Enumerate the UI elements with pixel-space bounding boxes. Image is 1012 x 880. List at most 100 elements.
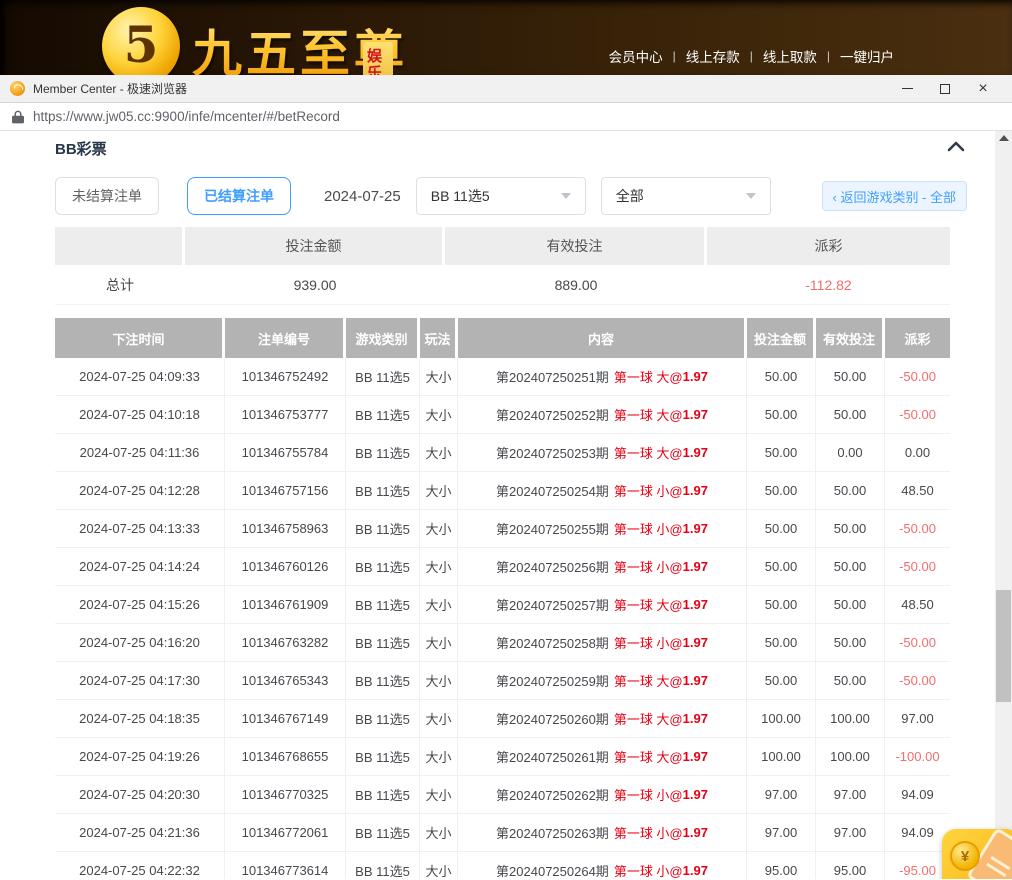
scroll-up-icon[interactable] [999,135,1009,141]
cell-game-type: BB 11选5 [346,624,420,661]
table-row: 2024-07-25 04:10:18 101346753777 BB 11选5… [55,396,950,434]
cell-play-type: 大小 [420,472,458,509]
column-header-bet-amount: 投注金额 [747,318,816,358]
cell-order-id: 101346773614 [225,852,346,879]
pick-text: 第一球 小@ [614,861,683,879]
type-select-value: 全部 [616,186,644,206]
window-titlebar: Member Center - 极速浏览器 × [0,75,1012,103]
table-row: 2024-07-25 04:11:36 101346755784 BB 11选5… [55,434,950,472]
summary-total-row: 总计 939.00 889.00 -112.82 [55,265,950,305]
column-header-content: 内容 [458,318,747,358]
cell-order-id: 101346757156 [225,472,346,509]
pick-text: 第一球 小@ [614,519,683,538]
cell-content: 第202407250256期 第一球 小@1.97 [458,548,747,585]
cell-game-type: BB 11选5 [346,472,420,509]
odds-text: 1.97 [683,407,708,422]
scrollbar-thumb[interactable] [996,590,1011,702]
panel-title: BB彩票 [55,138,107,159]
nav-one-key-transfer[interactable]: 一键归户 [840,46,894,66]
summary-header-empty [55,227,185,265]
cell-bet-amount: 50.00 [747,586,816,623]
period-text: 第202407250261期 [496,747,609,766]
cell-valid-bet: 100.00 [816,738,885,775]
pick-text: 第一球 大@ [614,709,683,728]
cell-content: 第202407250257期 第一球 大@1.97 [458,586,747,623]
top-nav: 会员中心| 线上存款| 线上取款| 一键归户 [609,46,894,66]
column-header-play-type: 玩法 [420,318,458,358]
game-select-value: BB 11选5 [431,186,490,206]
cell-play-type: 大小 [420,510,458,547]
collapse-panel-button[interactable] [945,137,967,159]
cell-play-type: 大小 [420,624,458,661]
cell-order-id: 101346761909 [225,586,346,623]
cell-content: 第202407250255期 第一球 小@1.97 [458,510,747,547]
cell-game-type: BB 11选5 [346,548,420,585]
brand-logo-symbol: 5 [124,15,159,74]
cell-order-id: 101346770325 [225,776,346,813]
cell-content: 第202407250261期 第一球 大@1.97 [458,738,747,775]
cell-content: 第202407250252期 第一球 大@1.97 [458,396,747,433]
minimize-button[interactable] [888,77,926,101]
maximize-button[interactable] [926,77,964,101]
back-to-game-category-button[interactable]: ‹ 返回游戏类别 - 全部 [822,181,968,211]
odds-text: 1.97 [683,749,708,764]
cell-bet-amount: 50.00 [747,548,816,585]
close-button[interactable]: × [964,77,1002,101]
column-header-payout: 派彩 [885,318,950,358]
cell-order-id: 101346753777 [225,396,346,433]
nav-online-withdraw[interactable]: 线上取款 [763,46,817,66]
cell-bet-time: 2024-07-25 04:18:35 [55,700,225,737]
period-text: 第202407250262期 [496,785,609,804]
cell-order-id: 101346772061 [225,814,346,851]
bet-record-table: 下注时间 注单编号 游戏类别 玩法 内容 投注金额 有效投注 派彩 2024-0… [55,318,950,879]
column-header-bet-time: 下注时间 [55,318,225,358]
period-text: 第202407250258期 [496,633,609,652]
cell-bet-amount: 95.00 [747,852,816,879]
cell-game-type: BB 11选5 [346,662,420,699]
address-bar[interactable]: https://www.jw05.cc:9900/infe/mcenter/#/… [0,103,1012,131]
window-controls: × [888,77,1002,101]
brand-logo-icon: 5 [102,7,180,75]
cell-payout: 48.50 [885,586,950,623]
cell-bet-time: 2024-07-25 04:17:30 [55,662,225,699]
cell-content: 第202407250258期 第一球 小@1.97 [458,624,747,661]
close-icon: × [978,81,987,97]
maximize-icon [940,84,950,94]
cell-game-type: BB 11选5 [346,358,420,395]
nav-online-deposit[interactable]: 线上存款 [686,46,740,66]
cell-bet-amount: 50.00 [747,510,816,547]
cell-valid-bet: 50.00 [816,662,885,699]
pick-text: 第一球 大@ [614,747,683,766]
cell-payout: -95.00 [885,852,950,879]
table-row: 2024-07-25 04:21:36 101346772061 BB 11选5… [55,814,950,852]
minimize-icon [902,88,913,89]
type-select[interactable]: 全部 [601,177,771,215]
table-header-row: 下注时间 注单编号 游戏类别 玩法 内容 投注金额 有效投注 派彩 [55,318,950,358]
game-select[interactable]: BB 11选5 [416,177,586,215]
period-text: 第202407250252期 [496,405,609,424]
pick-text: 第一球 小@ [614,557,683,576]
cell-play-type: 大小 [420,586,458,623]
unsettled-bets-button[interactable]: 未结算注单 [55,177,159,215]
cell-valid-bet: 95.00 [816,852,885,879]
vertical-scrollbar[interactable] [995,131,1012,879]
settled-bets-button[interactable]: 已结算注单 [187,177,291,215]
cell-payout: 48.50 [885,472,950,509]
cell-bet-time: 2024-07-25 04:21:36 [55,814,225,851]
filter-bar: 未结算注单 已结算注单 2024-07-25 BB 11选5 全部 ‹ 返回游戏… [55,177,967,215]
promo-float-button[interactable]: ¥ [942,829,1012,879]
date-filter[interactable]: 2024-07-25 [324,188,401,205]
cell-game-type: BB 11选5 [346,586,420,623]
cell-content: 第202407250254期 第一球 小@1.97 [458,472,747,509]
cell-payout: -50.00 [885,358,950,395]
pick-text: 第一球 小@ [614,785,683,804]
nav-member-center[interactable]: 会员中心 [609,46,663,66]
table-row: 2024-07-25 04:22:32 101346773614 BB 11选5… [55,852,950,879]
summary-header-row: 投注金额 有效投注 派彩 [55,227,950,265]
cell-payout: 94.09 [885,776,950,813]
cell-valid-bet: 97.00 [816,776,885,813]
cell-order-id: 101346767149 [225,700,346,737]
table-row: 2024-07-25 04:15:26 101346761909 BB 11选5… [55,586,950,624]
odds-text: 1.97 [683,369,708,384]
cell-bet-time: 2024-07-25 04:20:30 [55,776,225,813]
